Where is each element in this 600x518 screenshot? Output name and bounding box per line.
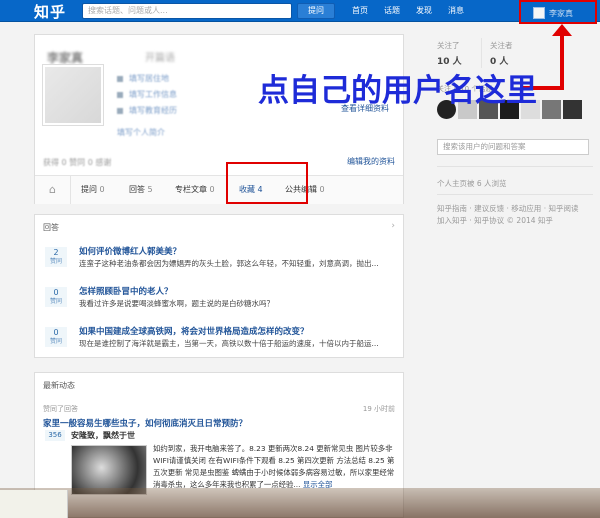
top-navbar: 知乎 搜索话题、问题或人... 提问 首页 话题 发现 消息 — [0, 0, 600, 22]
divider — [437, 194, 593, 195]
briefcase-icon — [117, 91, 123, 98]
avatar[interactable] — [563, 100, 582, 119]
education-field[interactable]: 填写教育经历 — [117, 105, 177, 116]
intro-link[interactable]: 填写个人简介 — [117, 127, 165, 138]
views-count: 个人主页被 6 人浏览 — [437, 179, 507, 188]
tab-answers[interactable]: 回答 5 — [129, 176, 153, 204]
answer-question-link[interactable]: 如果中国建成全球高铁网，将会对世界格局造成怎样的改变？ — [79, 325, 309, 337]
vote-badge[interactable]: 2 赞同 — [45, 247, 67, 267]
answers-section: 回答 › 2 赞同 如何评价微博红人郭美美？ 连蛮子这种老油条都会因为嫖娼弄的灰头… — [34, 214, 404, 358]
profile-name: 李家真 — [47, 51, 84, 65]
avatar[interactable] — [542, 100, 561, 119]
profile-card: 李家真 开篇语 填写居住地 填写工作信息 填写教育经历 填写个人简介 查看详细资… — [34, 34, 404, 204]
profile-tabs: ⌂ 提问 0 回答 5 专栏文章 0 收藏 4 公共编辑 0 — [35, 175, 403, 204]
followers-label: 关注者 — [490, 41, 513, 50]
bottom-panel — [0, 490, 68, 518]
avatar[interactable] — [533, 7, 545, 19]
logo[interactable]: 知乎 — [34, 1, 66, 22]
answer-question-link[interactable]: 如何评价微博红人郭美美？ — [79, 245, 181, 257]
profile-avatar — [43, 65, 103, 125]
user-menu-highlight[interactable]: 李家真 — [519, 0, 597, 24]
answer-excerpt[interactable]: 连蛮子这种老油条都会因为嫖娼弄的灰头土脸，郭这么年轻，不知轻重，刘意高调，抛出.… — [79, 258, 399, 269]
annotation-text: 点自己的用户名这里 — [258, 73, 537, 109]
feed-title: 最新动态 — [43, 381, 75, 390]
feed-author[interactable]: 安隆致，飘然于世 — [71, 430, 135, 441]
nav-home[interactable]: 首页 — [352, 5, 368, 16]
footer-links[interactable]: 知乎指南 · 建议反馈 · 移动应用 · 知乎阅读 — [437, 203, 578, 214]
vote-badge[interactable]: 0 赞同 — [45, 327, 67, 347]
location-icon — [117, 75, 123, 82]
divider — [437, 166, 593, 167]
answer-excerpt[interactable]: 我看过许多是说要喝淡蜂蜜水啊，题主说的是白砂糖水吗？ — [79, 298, 399, 309]
tab-articles[interactable]: 专栏文章 0 — [175, 176, 215, 204]
vote-badge[interactable]: 0 赞同 — [45, 287, 67, 307]
feed-meta: 赞同了回答 — [43, 405, 78, 413]
search-input[interactable]: 搜索话题、问题或人... — [82, 3, 292, 19]
graduation-icon — [117, 107, 123, 114]
ask-button[interactable]: 提问 — [297, 3, 335, 19]
nav-discover[interactable]: 发现 — [416, 5, 432, 16]
feed-excerpt[interactable]: 如约到家，我开电脑来答了。8.23 更新两次8.24 更新常见虫 图片较多非WI… — [153, 443, 398, 491]
user-search-input[interactable]: 搜索该用户的问题和答案 — [437, 139, 589, 155]
footer-links[interactable]: 加入知乎 · 知乎协议 © 2014 知乎 — [437, 215, 553, 226]
nav-messages[interactable]: 消息 — [448, 5, 464, 16]
home-icon[interactable]: ⌂ — [35, 176, 71, 204]
stats-line: 获得 0 赞同 0 感谢 — [43, 158, 112, 167]
collections-highlight — [226, 162, 308, 204]
bottom-overlay — [0, 488, 600, 518]
vote-badge[interactable]: 356 — [45, 430, 65, 441]
username-link[interactable]: 李家真 — [549, 8, 573, 19]
feed-time: 19 小时前 — [362, 405, 395, 413]
profile-signature: 开篇语 — [145, 53, 175, 64]
edit-profile-link[interactable]: 编辑我的资料 — [347, 156, 395, 167]
divider — [481, 38, 482, 68]
chevron-right-icon[interactable]: › — [391, 221, 395, 231]
tab-questions[interactable]: 提问 0 — [81, 176, 105, 204]
answer-question-link[interactable]: 怎样照顾卧冒中的老人？ — [79, 285, 173, 297]
feed-question-link[interactable]: 家里一般容易生哪些虫子，如何彻底消灭且日常预防？ — [43, 417, 247, 429]
work-field[interactable]: 填写工作信息 — [117, 89, 177, 100]
answers-title: 回答 — [43, 223, 59, 232]
nav-topics[interactable]: 话题 — [384, 5, 400, 16]
following-label: 关注了 — [437, 41, 460, 50]
answer-excerpt[interactable]: 现在是谁控制了海洋就是霸主，当第一天，高铁以数十倍于船运的速度，十倍以内于船运.… — [79, 338, 399, 349]
annotation-arrow — [560, 32, 564, 88]
location-field[interactable]: 填写居住地 — [117, 73, 169, 84]
